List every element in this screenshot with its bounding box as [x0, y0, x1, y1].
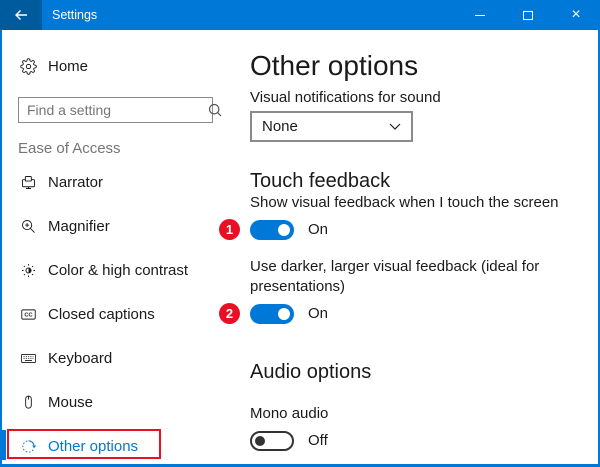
- gear-icon: [20, 58, 37, 75]
- sidebar-item-label: Home: [48, 58, 88, 75]
- mono-audio-label: Mono audio: [250, 404, 578, 424]
- magnifier-icon: [20, 218, 37, 235]
- keyboard-icon: [20, 350, 37, 367]
- maximize-button[interactable]: [504, 0, 552, 30]
- sidebar-item-label: Closed captions: [48, 306, 155, 323]
- visual-notifications-label: Visual notifications for sound: [250, 88, 578, 108]
- back-arrow-icon: [13, 7, 29, 23]
- chevron-down-icon: [389, 123, 401, 130]
- sidebar-item-label: Mouse: [48, 394, 93, 411]
- sidebar-item-label: Color & high contrast: [48, 262, 188, 279]
- sidebar-item-magnifier[interactable]: Magnifier: [2, 204, 232, 248]
- annotation-badge-1: 1: [219, 219, 240, 240]
- closed-captions-icon: CC: [20, 306, 37, 323]
- selection-accent-bar: [2, 430, 6, 460]
- back-button[interactable]: [0, 0, 42, 30]
- toggle-state-label: Off: [308, 432, 328, 449]
- annotation-badge-2: 2: [219, 303, 240, 324]
- close-icon: ×: [571, 7, 580, 23]
- darker-feedback-toggle-row: 2 On: [250, 303, 578, 324]
- mono-audio-toggle-row: Off: [250, 430, 578, 451]
- close-button[interactable]: ×: [552, 0, 600, 30]
- settings-window: Settings × Home Ease of Access: [0, 0, 600, 467]
- visual-notifications-dropdown[interactable]: None: [250, 111, 413, 142]
- audio-options-heading: Audio options: [250, 360, 578, 384]
- svg-text:CC: CC: [24, 312, 32, 318]
- sidebar-item-label: Narrator: [48, 174, 103, 191]
- maximize-icon: [523, 11, 533, 20]
- sidebar-group-label: Ease of Access: [18, 140, 232, 157]
- mono-audio-toggle[interactable]: [250, 431, 294, 451]
- touch-feedback-heading: Touch feedback: [250, 169, 578, 193]
- titlebar[interactable]: Settings ×: [0, 0, 600, 30]
- mouse-icon: [20, 394, 37, 411]
- sidebar-item-closed-captions[interactable]: CC Closed captions: [2, 292, 232, 336]
- sidebar-item-label: Other options: [48, 438, 138, 455]
- search-icon: [208, 103, 222, 117]
- page-title: Other options: [250, 48, 578, 84]
- toggle-state-label: On: [308, 221, 328, 238]
- other-options-icon: [20, 438, 37, 455]
- darker-feedback-description: Use darker, larger visual feedback (idea…: [250, 257, 578, 297]
- narrator-icon: [20, 174, 37, 191]
- sidebar-item-list: Narrator Magnifier Color & high contrast: [2, 160, 232, 467]
- sidebar-item-narrator[interactable]: Narrator: [2, 160, 232, 204]
- sidebar-item-home[interactable]: Home: [2, 46, 232, 86]
- toggle-knob: [255, 436, 265, 446]
- color-contrast-icon: [20, 262, 37, 279]
- touch-feedback-description: Show visual feedback when I touch the sc…: [250, 193, 578, 213]
- search-input[interactable]: [27, 102, 208, 118]
- main-content: Other options Visual notifications for s…: [232, 30, 598, 464]
- touch-feedback-toggle[interactable]: [250, 220, 294, 240]
- sidebar: Home Ease of Access Narrator: [2, 30, 232, 464]
- app-body: Home Ease of Access Narrator: [0, 30, 600, 467]
- sidebar-item-label: Keyboard: [48, 350, 112, 367]
- sidebar-item-other-options[interactable]: Other options: [2, 424, 232, 467]
- minimize-icon: [475, 15, 485, 16]
- sidebar-item-mouse[interactable]: Mouse: [2, 380, 232, 424]
- window-title: Settings: [52, 8, 456, 22]
- dropdown-selected-value: None: [262, 118, 298, 135]
- search-box: [18, 97, 213, 123]
- sidebar-item-keyboard[interactable]: Keyboard: [2, 336, 232, 380]
- minimize-button[interactable]: [456, 0, 504, 30]
- toggle-knob: [278, 308, 290, 320]
- toggle-knob: [278, 224, 290, 236]
- sidebar-item-label: Magnifier: [48, 218, 110, 235]
- darker-feedback-toggle[interactable]: [250, 304, 294, 324]
- touch-feedback-toggle-row: 1 On: [250, 219, 578, 240]
- sidebar-item-color-high-contrast[interactable]: Color & high contrast: [2, 248, 232, 292]
- toggle-state-label: On: [308, 305, 328, 322]
